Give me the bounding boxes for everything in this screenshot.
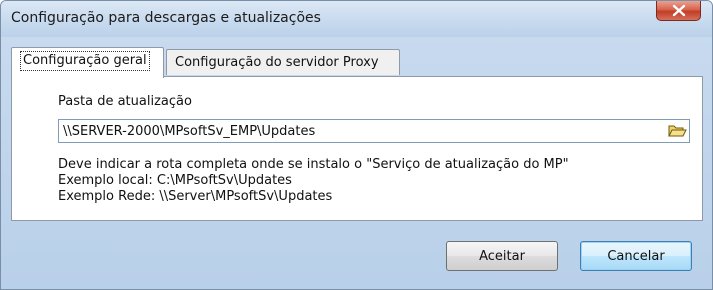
folder-path-field — [58, 119, 690, 143]
dialog-window: Configuração para descargas e atualizaçõ… — [0, 0, 713, 290]
close-icon — [672, 4, 686, 17]
folder-icon — [668, 125, 687, 137]
hint-line: Deve indicar a rota completa onde se ins… — [58, 157, 569, 172]
accept-button[interactable]: Aceitar — [446, 241, 558, 271]
close-button[interactable] — [656, 1, 701, 21]
hint-line: Exemplo Rede: \\Server\MPsoftSv\Updates — [58, 189, 333, 204]
tab-servidor-proxy[interactable]: Configuração do servidor Proxy — [166, 49, 400, 75]
folder-path-input[interactable] — [61, 120, 663, 142]
title-bar[interactable]: Configuração para descargas e atualizaçõ… — [1, 1, 712, 37]
cancel-button[interactable]: Cancelar — [580, 241, 692, 271]
folder-label: Pasta de atualização — [58, 94, 192, 109]
tab-strip: Configuração geral Configuração do servi… — [11, 47, 703, 78]
window-title: Configuração para descargas e atualizaçõ… — [11, 10, 321, 26]
tab-label: Configuração geral — [20, 51, 150, 71]
tab-panel-general: Pasta de atualização Deve indicar a rota… — [11, 76, 703, 221]
hint-line: Exemplo local: C:\MPsoftSv\Updates — [58, 173, 292, 188]
tab-label: Configuração do servidor Proxy — [175, 55, 379, 70]
tab-configuracao-geral[interactable]: Configuração geral — [11, 47, 164, 78]
browse-folder-button[interactable] — [667, 122, 687, 140]
